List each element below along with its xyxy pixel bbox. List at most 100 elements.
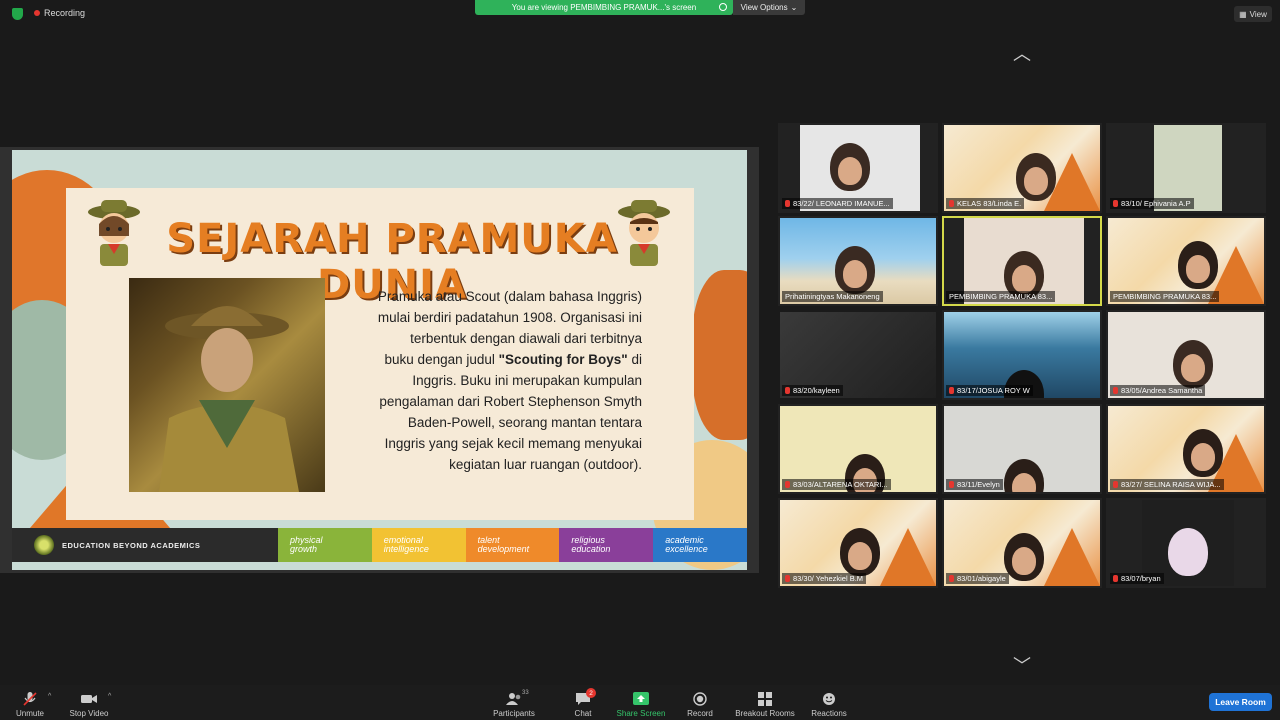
participant-tile[interactable]: 83/11/Evelyn	[942, 404, 1102, 494]
smiley-icon	[821, 692, 837, 706]
video-camera-icon	[81, 692, 97, 706]
pillar-talent-development: talent development	[465, 528, 560, 562]
participant-skin	[1012, 547, 1036, 575]
pillar-academic-excellence: academic excellence	[653, 528, 747, 562]
participant-name-label: 83/17/JOSUA ROY W	[946, 385, 1033, 396]
banner-status-icon	[719, 3, 727, 11]
recording-label: Recording	[44, 8, 86, 18]
body-line: kegiatan luar ruangan (outdoor).	[449, 457, 642, 472]
view-options-label: View Options	[740, 3, 788, 12]
participant-name-label: PEMBIMBING PRAMUKA 83...	[1110, 291, 1220, 302]
gallery-prev-page-icon[interactable]: ︿	[1010, 45, 1034, 63]
gallery-next-page-icon[interactable]: ﹀	[1010, 657, 1034, 675]
muted-microphone-icon	[785, 200, 790, 207]
participant-tile[interactable]: PEMBIMBING PRAMUKA 83...	[1106, 216, 1266, 306]
slide-footer-band: EDUCATION BEYOND ACADEMICS physical growt…	[12, 528, 747, 562]
view-options-button[interactable]: View Options ⌄	[733, 0, 805, 15]
pillar-line: growth	[290, 544, 318, 554]
participant-tile[interactable]: 83/30/ Yehezkiel B.M	[778, 498, 938, 588]
muted-microphone-icon	[785, 481, 790, 488]
body-line: Baden-Powell, seorang mantan tentara	[407, 415, 642, 430]
participant-name: 83/07/bryan	[1121, 574, 1161, 583]
participant-skin	[1191, 443, 1215, 471]
participant-name-label: 83/27/ SELINA RAISA WIJA...	[1110, 479, 1224, 490]
chat-bubble-icon: 2	[575, 688, 596, 706]
breakout-rooms-icon	[757, 692, 773, 706]
participant-tile[interactable]: KELAS 83/Linda E.	[942, 123, 1102, 213]
chevron-down-icon: ⌄	[790, 3, 798, 12]
recording-indicator: Recording	[34, 8, 85, 18]
participant-tile[interactable]: PEMBIMBING PRAMUKA 83...	[942, 216, 1102, 306]
slide-body-text: Pramuka atau Scout (dalam bahasa Inggris…	[332, 286, 642, 475]
participant-name-label: 83/10/ Ephivania A.P	[1110, 198, 1194, 209]
participant-name: Prihatiningtyas Makanoneng	[785, 292, 880, 301]
participant-tile[interactable]: 83/10/ Ephivania A.P	[1106, 123, 1266, 213]
participant-tile[interactable]: 83/05/Andrea Samantha	[1106, 310, 1266, 400]
participant-tile[interactable]: 83/22/ LEONARD IMANUE...	[778, 123, 938, 213]
video-options-caret-icon[interactable]: ^	[108, 693, 111, 700]
share-screen-icon	[633, 692, 649, 706]
participant-tile[interactable]: 83/20/kayleen	[778, 310, 938, 400]
meeting-toolbar: Unmute ^ Stop Video ^ 33 Participants 2 …	[0, 685, 1280, 720]
participant-skin	[848, 542, 872, 570]
participants-count: 33	[522, 690, 529, 696]
muted-microphone-icon	[1113, 200, 1118, 207]
participant-name-label: 83/11/Evelyn	[946, 479, 1003, 490]
reactions-button[interactable]: Reactions	[793, 688, 865, 718]
footer-brand: EDUCATION BEYOND ACADEMICS	[12, 528, 278, 562]
participant-tile[interactable]: 83/17/JOSUA ROY W	[942, 310, 1102, 400]
view-button[interactable]: ▦ View	[1234, 6, 1272, 22]
participant-name: 83/11/Evelyn	[957, 480, 1000, 489]
record-label: Record	[687, 709, 713, 718]
record-button[interactable]: Record	[664, 688, 736, 718]
participant-tile[interactable]: 83/07/bryan	[1106, 498, 1266, 588]
participant-name: 83/10/ Ephivania A.P	[1121, 199, 1191, 208]
participant-name: 83/01/abigayle	[957, 574, 1006, 583]
participant-name: 83/03/ALTARENA OKTARI...	[793, 480, 888, 489]
participant-tile[interactable]: 83/03/ALTARENA OKTARI...	[778, 404, 938, 494]
grid-view-icon: ▦	[1239, 9, 1247, 19]
stop-video-button[interactable]: Stop Video	[53, 688, 125, 718]
participant-name-label: PEMBIMBING PRAMUKA 83...	[946, 291, 1056, 302]
virtual-background-tent-icon	[880, 528, 936, 586]
chat-unread-badge: 2	[586, 688, 596, 698]
participant-name-label: 83/05/Andrea Samantha	[1110, 385, 1206, 396]
participant-name-label: 83/01/abigayle	[946, 573, 1009, 584]
participant-skin	[1012, 473, 1036, 492]
audio-options-caret-icon[interactable]: ^	[48, 693, 51, 700]
zoom-meeting-window: Recording You are viewing PEMBIMBING PRA…	[0, 0, 1280, 720]
participant-name-label: 83/30/ Yehezkiel B.M	[782, 573, 867, 584]
participants-icon: 33	[506, 690, 529, 706]
presentation-slide: SEJARAH PRAMUKA DUNIA Pramuka atau Scout…	[12, 150, 747, 570]
pillar-line: intelligence	[383, 544, 429, 554]
shared-screen-area: SEJARAH PRAMUKA DUNIA Pramuka atau Scout…	[0, 147, 759, 573]
participant-name: PEMBIMBING PRAMUKA 83...	[1113, 292, 1217, 301]
leave-room-button[interactable]: Leave Room	[1209, 693, 1272, 711]
body-line: pengalaman dari Robert Stephenson Smyth	[379, 394, 642, 409]
participant-name-label: 83/07/bryan	[1110, 573, 1164, 584]
stop-video-label: Stop Video	[69, 709, 109, 718]
pillar-emotional-intelligence: emotional intelligence	[371, 528, 466, 562]
participant-tile[interactable]: 83/27/ SELINA RAISA WIJA...	[1106, 404, 1266, 494]
body-line: terbentuk dengan diawali dari terbitnya	[410, 331, 642, 346]
breakout-rooms-button[interactable]: Breakout Rooms	[729, 688, 801, 718]
muted-microphone-icon	[949, 200, 954, 207]
pillar-physical-growth: physical growth	[278, 528, 372, 562]
share-screen-label: Share Screen	[616, 709, 666, 718]
participant-skin	[1186, 255, 1210, 283]
chat-label: Chat	[574, 709, 592, 718]
body-line: Pramuka atau Scout (dalam bahasa Inggris…	[377, 289, 642, 304]
body-line-part: buku dengan judul	[384, 352, 495, 367]
security-shield-icon[interactable]	[12, 8, 23, 20]
body-line-part: di	[631, 352, 642, 367]
footer-brand-text: EDUCATION BEYOND ACADEMICS	[62, 540, 201, 550]
participant-tile[interactable]: 83/01/abigayle	[942, 498, 1102, 588]
baden-powell-portrait	[129, 278, 325, 492]
participant-tile[interactable]: Prihatiningtyas Makanoneng	[778, 216, 938, 306]
participant-name-label: KELAS 83/Linda E.	[946, 198, 1025, 209]
participants-button[interactable]: 33 Participants	[478, 688, 550, 718]
school-logo-icon	[34, 535, 54, 555]
muted-microphone-icon	[1113, 575, 1118, 582]
book-title: "Scouting for Boys"	[498, 352, 628, 367]
pillar-line: development	[477, 544, 530, 554]
